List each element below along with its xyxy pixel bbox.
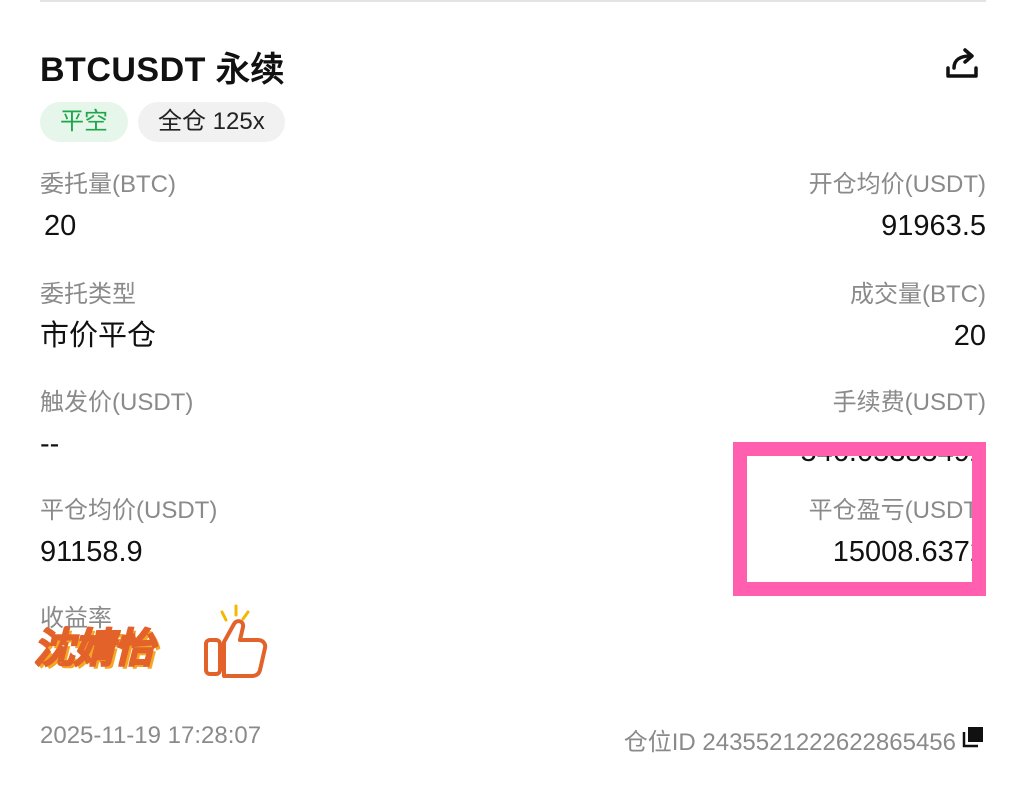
order-qty-label: 委托量(BTC) bbox=[40, 171, 176, 198]
footer: 2025-11-19 17:28:07 仓位ID 243552122262286… bbox=[40, 722, 986, 758]
copy-icon[interactable] bbox=[962, 726, 984, 748]
open-avg-price: 开仓均价(USDT) 91963.5 bbox=[809, 170, 986, 244]
pnl-label: 平仓盈亏(USDT) bbox=[808, 497, 986, 524]
name-sticker: 沈婧怡 bbox=[30, 604, 270, 684]
page-title: BTCUSDT 永续 bbox=[40, 51, 285, 89]
filled-qty-label: 成交量(BTC) bbox=[850, 281, 986, 308]
sticker-text: 沈婧怡 bbox=[33, 625, 155, 673]
filled-qty-value: 20 bbox=[953, 320, 986, 352]
order-qty: 委托量(BTC) 20 bbox=[40, 170, 176, 244]
thumbs-up-icon bbox=[204, 604, 268, 678]
close-avg-value: 91158.9 bbox=[40, 536, 143, 568]
filled-qty: 成交量(BTC) 20 bbox=[850, 280, 986, 354]
share-icon[interactable] bbox=[942, 44, 982, 84]
top-divider bbox=[40, 0, 986, 2]
position-id: 仓位ID 2435521222622865456 bbox=[623, 729, 956, 756]
row-trigger: 触发价(USDT) -- 手续费(USDT) 546.05385492 bbox=[40, 388, 986, 468]
close-avg-label: 平仓均价(USDT) bbox=[40, 497, 218, 524]
order-type-label: 委托类型 bbox=[40, 281, 136, 308]
header: BTCUSDT 永续 bbox=[40, 42, 986, 92]
pnl-value: 15008.6372 bbox=[832, 536, 986, 568]
row-order-qty: 委托量(BTC) 20 开仓均价(USDT) 91963.5 bbox=[40, 170, 986, 250]
order-qty-value: 20 bbox=[44, 210, 77, 242]
trigger-price: 触发价(USDT) -- bbox=[40, 388, 193, 462]
fee: 手续费(USDT) 546.05385492 bbox=[801, 388, 986, 462]
row-order-type: 委托类型 市价平仓 成交量(BTC) 20 bbox=[40, 280, 986, 360]
open-avg-label: 开仓均价(USDT) bbox=[808, 171, 986, 198]
order-type: 委托类型 市价平仓 bbox=[40, 280, 156, 354]
trigger-label: 触发价(USDT) bbox=[40, 389, 194, 416]
fee-value: 546.05385492 bbox=[800, 444, 986, 462]
tag-row: 平空 全仓 125x bbox=[40, 102, 285, 142]
order-type-value: 市价平仓 bbox=[40, 320, 157, 352]
fee-label: 手续费(USDT) bbox=[832, 389, 986, 416]
fee-value-clip: 546.05385492 bbox=[801, 444, 986, 462]
side-badge: 平空 bbox=[40, 102, 128, 142]
open-avg-value: 91963.5 bbox=[881, 210, 986, 242]
row-close: 平仓均价(USDT) 91158.9 平仓盈亏(USDT) 15008.6372 bbox=[40, 496, 986, 576]
margin-leverage-badge: 全仓 125x bbox=[138, 102, 285, 142]
close-pnl: 平仓盈亏(USDT) 15008.6372 bbox=[809, 496, 986, 570]
close-avg-price: 平仓均价(USDT) 91158.9 bbox=[40, 496, 217, 570]
trigger-value: -- bbox=[40, 428, 60, 460]
timestamp: 2025-11-19 17:28:07 bbox=[40, 722, 262, 749]
